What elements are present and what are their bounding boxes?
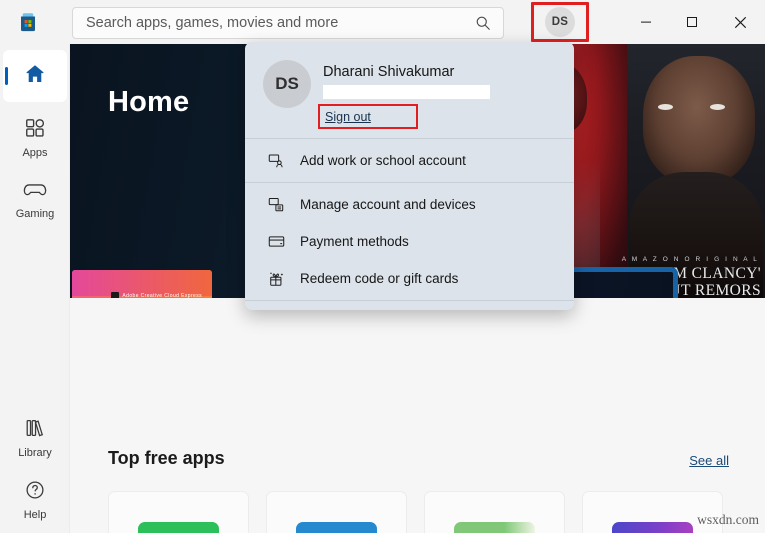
sun-and-tile-promo-card[interactable]: Adobe Creative Cloud Express [72,270,212,298]
menu-item-manage-account-devices[interactable]: Manage account and devices [245,186,574,223]
account-header: DS Dharani Shivakumar Sign out [245,42,574,138]
menu-item-payment-methods[interactable]: Payment methods [245,223,574,260]
menu-item-app-settings[interactable]: App settings [245,304,574,310]
page-title: Home [108,86,190,118]
account-button-highlight: DS [531,2,589,42]
sidebar-item-gaming[interactable]: Gaming [3,174,67,226]
maximize-button[interactable] [669,0,715,44]
menu-item-add-work-account[interactable]: Add work or school account [245,142,574,179]
add-work-account-icon [267,152,286,169]
library-icon [24,417,46,444]
sign-out-link[interactable]: Sign out [325,110,371,124]
search-icon[interactable] [475,15,491,31]
sidebar-item-label: Apps [22,147,48,159]
microsoft-store-icon[interactable] [12,6,44,38]
app-card[interactable] [266,491,407,533]
manage-devices-icon [267,196,286,213]
sidebar-item-label: Help [23,509,47,521]
app-tile-icon [612,522,693,533]
sidebar-item-home[interactable] [3,50,67,102]
gaming-controller-icon [23,180,47,205]
app-card[interactable] [424,491,565,533]
sidebar-item-library[interactable]: Library [3,412,67,464]
microsoft-store-window: TOMORROW WAR A M A Z O N O R I G I N A L… [0,0,765,533]
menu-group-bottom: App settings [245,301,574,310]
menu-item-label: Redeem code or gift cards [300,271,459,286]
hero-actor-eye-left [658,104,673,110]
menu-item-label: Manage account and devices [300,197,476,212]
promo-brand-text: Adobe Creative Cloud Express [122,293,202,298]
menu-item-label: Add work or school account [300,153,466,168]
sign-out-highlight: Sign out [318,104,418,129]
search-input[interactable] [73,15,475,31]
hero-actor-eye-right [710,104,725,110]
window-controls [623,0,765,44]
apps-icon [24,117,46,144]
home-icon [23,62,47,91]
top-free-apps-section: Top free apps See all [70,426,765,533]
account-dropdown-menu: DS Dharani Shivakumar Sign out Add work … [245,42,574,310]
menu-group-top: Add work or school account [245,139,574,182]
watermark: wsxdn.com [697,512,759,527]
menu-group-middle: Manage account and devices Payment metho… [245,183,574,300]
menu-item-redeem-code[interactable]: Redeem code or gift cards [245,260,574,297]
hero-movie-badge: A M A Z O N O R I G I N A L [621,256,759,263]
menu-item-label: Payment methods [300,234,409,249]
search-box[interactable] [72,7,504,39]
promo-brand-logo-icon [111,292,120,298]
sidebar-item-label: Gaming [15,208,55,220]
help-question-icon [24,479,46,506]
account-email-redaction [323,85,490,99]
selection-indicator [5,67,8,85]
minimize-button[interactable] [623,0,669,44]
credit-card-icon [267,233,286,250]
app-card[interactable] [108,491,249,533]
account-menu-avatar: DS [263,60,311,108]
hero-actor-face [643,56,755,184]
app-tile-icon [296,522,377,533]
section-heading: Top free apps [108,448,225,468]
title-bar: DS [0,0,765,44]
app-cards-row [108,491,723,533]
left-navigation: Apps Gaming Library Help [0,44,70,533]
promo-brand-wordmark: Adobe Creative Cloud Express [111,292,202,298]
sidebar-item-apps[interactable]: Apps [3,112,67,164]
close-button[interactable] [715,0,765,44]
account-avatar-button[interactable]: DS [545,7,575,37]
see-all-link[interactable]: See all [689,453,729,468]
gift-icon [267,270,286,287]
app-tile-icon [454,522,535,533]
account-display-name: Dharani Shivakumar [323,64,455,80]
sidebar-item-help[interactable]: Help [3,474,67,526]
sidebar-item-label: Library [18,447,52,459]
app-tile-icon [138,522,219,533]
